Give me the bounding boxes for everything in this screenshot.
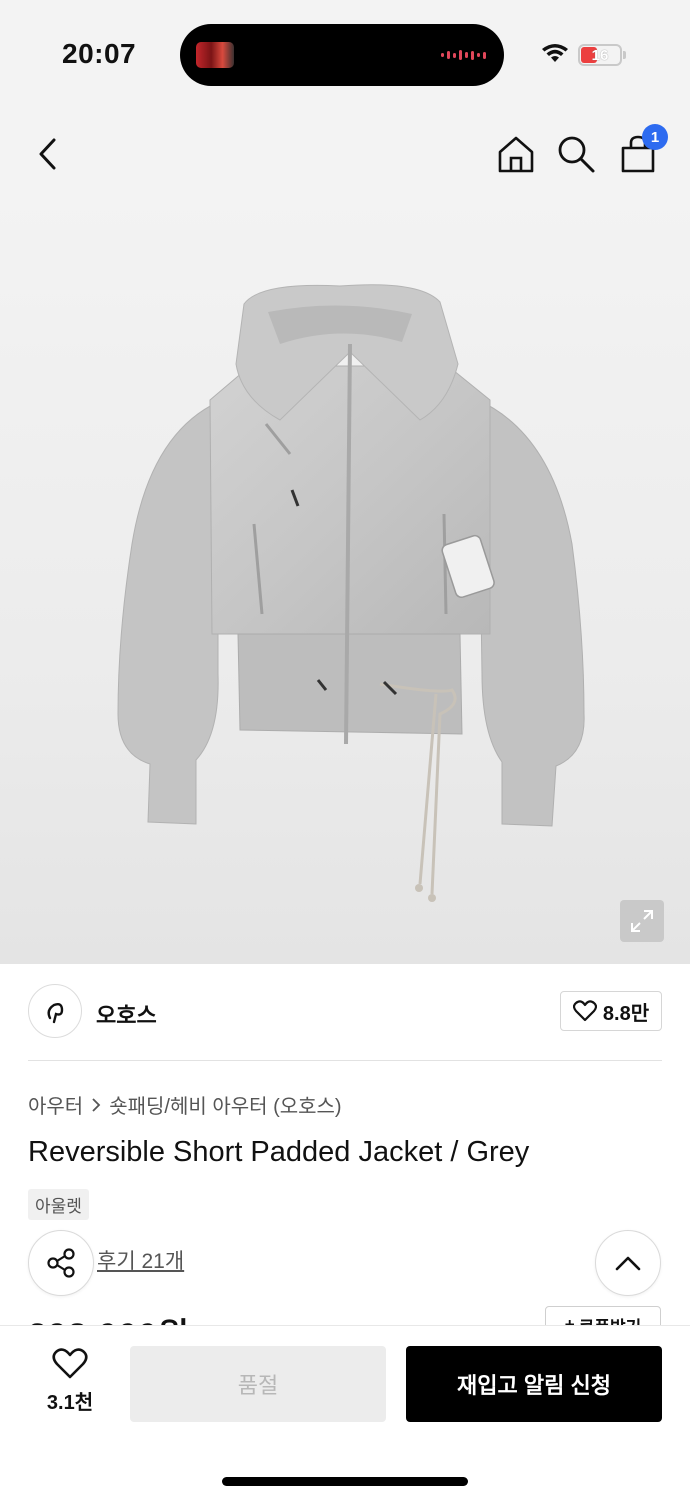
product-image[interactable]	[0, 194, 690, 964]
product-price: 398,000원	[28, 1308, 190, 1326]
now-playing-artwork	[196, 42, 234, 68]
scroll-top-button[interactable]	[595, 1230, 661, 1296]
share-icon	[47, 1248, 75, 1278]
breadcrumb: 아우터 숏패딩/헤비 아우터 (오호스)	[28, 1090, 342, 1119]
heart-icon	[572, 1000, 597, 1022]
home-icon	[498, 136, 534, 173]
cart-count-badge: 1	[642, 124, 668, 150]
status-time: 20:07	[62, 38, 137, 69]
coupon-label: 쿠폰받기	[579, 1313, 642, 1327]
brand-like-count: 8.8만	[602, 1002, 650, 1025]
home-indicator[interactable]	[222, 1477, 468, 1486]
price-row: 398,000원 + 쿠폰받기	[0, 1300, 690, 1326]
jacket-illustration	[117, 284, 585, 902]
battery-level: 16	[591, 47, 609, 64]
audio-waveform-icon	[441, 50, 486, 60]
breadcrumb-category[interactable]: 아우터	[28, 1090, 83, 1119]
brand-logo[interactable]	[28, 984, 82, 1038]
search-icon	[558, 136, 595, 173]
soldout-button: 품절	[130, 1346, 386, 1422]
back-button[interactable]	[26, 132, 70, 176]
brand-like-button[interactable]: 8.8만	[560, 991, 662, 1031]
reviews-link[interactable]: 후기 21개	[97, 1245, 184, 1275]
battery-icon: 16	[578, 44, 622, 66]
dynamic-island[interactable]	[180, 24, 504, 86]
product-title: Reversible Short Padded Jacket / Grey	[28, 1136, 530, 1168]
brand-row: 오호스 8.8만	[28, 984, 662, 1040]
wishlist-button[interactable]: 3.1천	[38, 1348, 102, 1420]
search-button[interactable]	[554, 132, 598, 176]
status-bar: 20:07 16	[0, 0, 690, 110]
restock-alert-button[interactable]: 재입고 알림 신청	[406, 1346, 662, 1422]
wifi-icon	[542, 44, 568, 62]
brand-logo-icon	[47, 1002, 64, 1024]
expand-icon	[631, 910, 653, 932]
expand-image-button[interactable]	[620, 900, 664, 942]
section-divider	[28, 1060, 662, 1061]
chevron-right-icon	[92, 1097, 101, 1112]
top-nav-bar: 1	[0, 110, 690, 194]
bottom-action-bar: 3.1천 품절 재입고 알림 신청	[0, 1325, 690, 1500]
breadcrumb-subcategory[interactable]: 숏패딩/헤비 아우터 (오호스)	[109, 1090, 341, 1119]
cart-button[interactable]: 1	[616, 124, 668, 176]
back-icon	[39, 138, 56, 170]
coupon-button[interactable]: + 쿠폰받기	[545, 1306, 661, 1326]
outlet-badge: 아울렛	[28, 1189, 89, 1220]
home-button[interactable]	[494, 132, 538, 176]
wishlist-count: 3.1천	[46, 1392, 94, 1414]
heart-icon	[52, 1348, 88, 1379]
chevron-up-icon	[615, 1256, 641, 1271]
share-button[interactable]	[28, 1230, 94, 1296]
battery-cap	[623, 51, 626, 59]
brand-name[interactable]: 오호스	[96, 998, 157, 1030]
